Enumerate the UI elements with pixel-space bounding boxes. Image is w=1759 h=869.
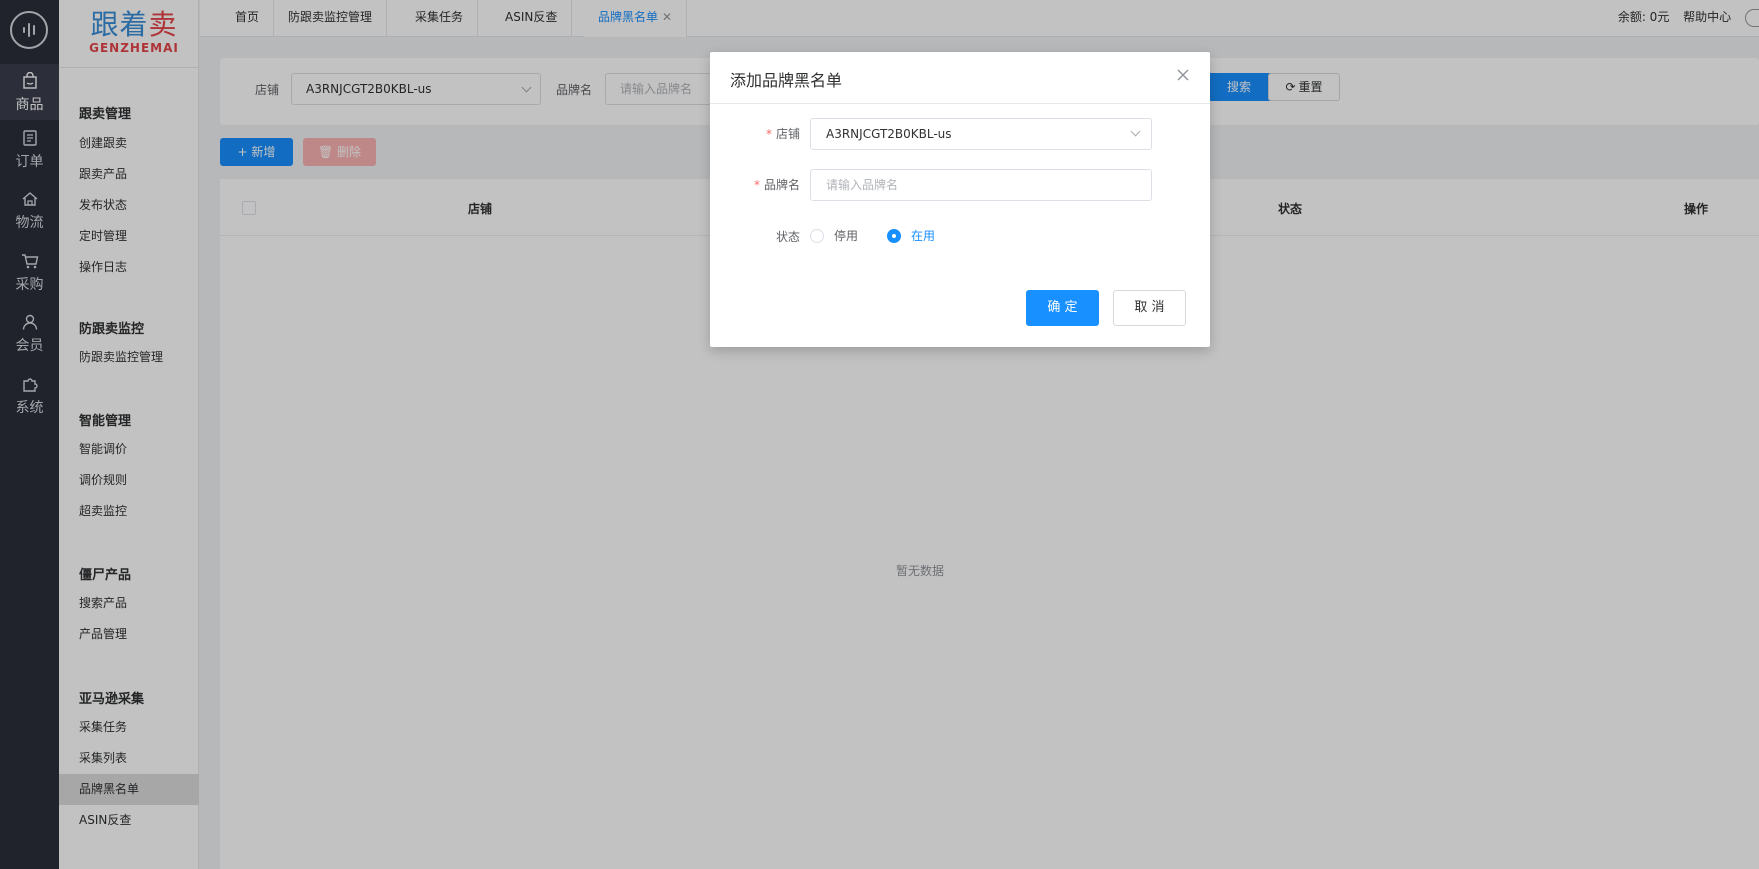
confirm-label: 确 定 <box>1047 300 1078 315</box>
label-text: 店铺 <box>775 127 800 141</box>
dialog-title: 添加品牌黑名单 <box>730 71 843 90</box>
label-text: 状态 <box>775 230 800 244</box>
status-radio-group: 停用 在用 <box>810 227 1010 243</box>
dialog-brand-placeholder: 请输入品牌名 <box>826 178 899 192</box>
required-mark: * <box>753 178 760 192</box>
label-text: 品牌名 <box>763 178 800 192</box>
dialog-shop-label: * 店铺 <box>710 125 800 142</box>
status-radio-disabled[interactable]: 停用 <box>810 227 858 244</box>
confirm-button[interactable]: 确 定 <box>1026 290 1099 326</box>
status-radio-active[interactable]: 在用 <box>887 227 935 244</box>
radio-dot <box>887 228 901 243</box>
cancel-button[interactable]: 取 消 <box>1113 290 1186 326</box>
dialog-brand-label: * 品牌名 <box>710 176 800 193</box>
radio-label: 在用 <box>911 229 936 243</box>
dialog-status-label: 状态 <box>710 228 800 245</box>
cancel-label: 取 消 <box>1134 300 1165 315</box>
dialog-shop-select[interactable]: A3RNJCGT2B0KBL-us <box>810 118 1152 150</box>
dialog-header: 添加品牌黑名单 <box>710 52 1210 104</box>
required-mark: * <box>765 127 772 141</box>
radio-dot <box>810 228 824 243</box>
radio-label: 停用 <box>834 229 859 243</box>
chevron-down-icon <box>1130 126 1141 137</box>
add-brand-blacklist-dialog: 添加品牌黑名单 * 店铺 A3RNJCGT2B0KBL-us * 品牌名 请输入品牌… <box>710 52 1210 347</box>
dialog-shop-value: A3RNJCGT2B0KBL-us <box>826 127 952 141</box>
dialog-brand-input[interactable]: 请输入品牌名 <box>810 169 1152 201</box>
close-icon[interactable] <box>1176 68 1190 82</box>
